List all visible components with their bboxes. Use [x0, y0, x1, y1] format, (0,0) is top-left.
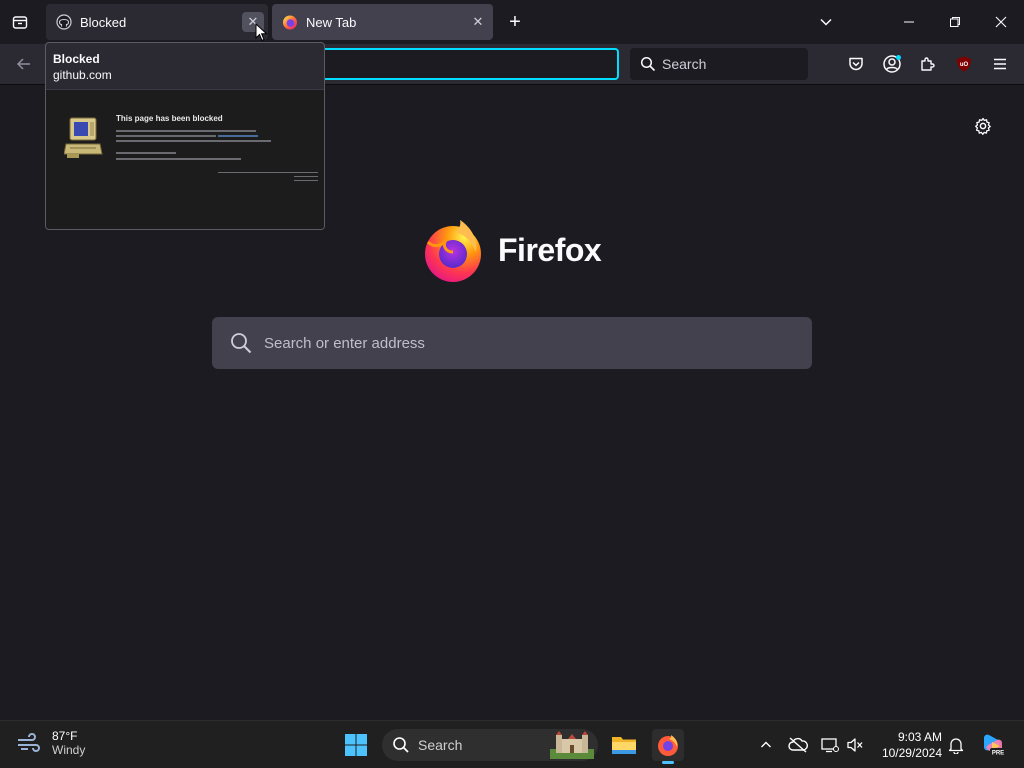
system-clock[interactable]: 9:03 AM 10/29/2024 [872, 729, 942, 761]
newtab-search-input[interactable]: Search or enter address [212, 317, 812, 369]
windows-taskbar: 87°F Windy Search 9:03 AM 10/29/2024 PRE [0, 720, 1024, 768]
extensions-puzzle-icon[interactable] [916, 52, 940, 76]
tab-title: Blocked [80, 14, 127, 30]
account-icon[interactable] [880, 52, 904, 76]
preview-thumbnail: This page has been blocked [46, 89, 324, 229]
notification-bell-icon[interactable] [946, 735, 966, 755]
preview-blocked-heading: This page has been blocked [116, 114, 223, 123]
preview-text-line [294, 180, 318, 181]
tab-new-tab[interactable]: New Tab ✕ [272, 4, 493, 40]
tab-blocked[interactable]: Blocked ✕ [46, 4, 268, 40]
weather-temperature: 87°F [52, 729, 78, 743]
tab-strip: Blocked ✕ New Tab ✕ + [0, 0, 1024, 44]
firefox-icon [282, 14, 298, 30]
search-highlight-castle-icon [550, 731, 594, 759]
preview-text-line [116, 140, 271, 142]
weather-condition: Windy [52, 743, 86, 757]
preview-title: Blocked [53, 52, 100, 66]
search-icon [230, 332, 252, 354]
preview-text-line [116, 130, 256, 132]
display-network-icon[interactable] [820, 735, 840, 755]
search-icon [392, 736, 410, 754]
ublock-origin-icon[interactable]: uO [952, 52, 976, 76]
active-app-indicator [662, 761, 674, 764]
clock-time: 9:03 AM [897, 730, 942, 744]
preview-text-line [116, 158, 241, 160]
weather-widget[interactable]: 87°F Windy [16, 729, 85, 757]
firefox-view-icon[interactable] [8, 10, 32, 34]
pocket-icon[interactable] [844, 52, 868, 76]
onedrive-cloud-off-icon[interactable] [788, 735, 808, 755]
minimize-icon[interactable] [897, 10, 921, 34]
list-all-tabs-chevron-icon[interactable] [814, 10, 838, 34]
copilot-pre-icon[interactable]: PRE [980, 731, 1006, 759]
preview-text-line [116, 152, 176, 154]
preview-text-line [218, 135, 258, 137]
hamburger-menu-icon[interactable] [988, 52, 1012, 76]
firefox-logo-icon [420, 218, 486, 284]
computer-illustration-icon [63, 114, 104, 167]
tab-title: New Tab [306, 14, 357, 30]
clock-date: 10/29/2024 [881, 746, 942, 760]
windows-start-icon[interactable] [340, 729, 372, 761]
preview-text-line [218, 172, 318, 173]
taskbar-search-label: Search [418, 737, 463, 753]
close-tab-icon[interactable]: ✕ [467, 12, 489, 32]
new-tab-plus-icon[interactable]: + [503, 10, 527, 34]
mouse-cursor-icon [255, 22, 269, 43]
toolbar-search-label: Search [662, 56, 707, 72]
taskbar-firefox-icon[interactable] [652, 729, 684, 764]
wind-icon [16, 733, 42, 753]
back-arrow-icon[interactable] [12, 52, 36, 76]
preview-text-line [294, 176, 318, 177]
customize-gear-icon[interactable] [972, 115, 994, 137]
close-window-icon[interactable] [989, 10, 1013, 34]
svg-text:PRE: PRE [992, 751, 1004, 757]
restore-icon[interactable] [943, 10, 967, 34]
volume-muted-icon[interactable] [845, 735, 865, 755]
github-icon [56, 14, 72, 30]
toolbar-search-box[interactable]: Search [630, 48, 808, 80]
taskbar-search-box[interactable]: Search [382, 729, 598, 761]
preview-text-line [116, 135, 216, 137]
preview-url: github.com [53, 68, 112, 82]
file-explorer-icon[interactable] [608, 729, 640, 761]
show-hidden-icons-chevron-icon[interactable] [756, 735, 776, 755]
firefox-wordmark: Firefox [498, 232, 602, 268]
newtab-search-placeholder: Search or enter address [264, 334, 425, 352]
address-bar-input[interactable]: ss [300, 48, 619, 80]
search-icon [640, 56, 656, 72]
svg-text:uO: uO [960, 62, 969, 68]
tab-hover-preview: Blocked github.com This page has been bl… [45, 42, 325, 230]
